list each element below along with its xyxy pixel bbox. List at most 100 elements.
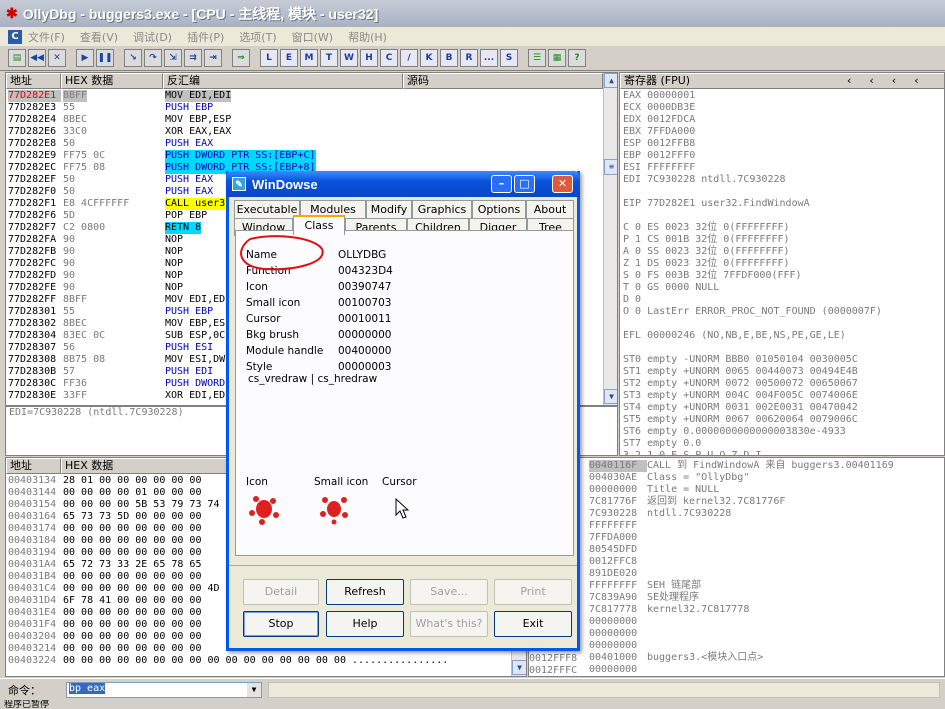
disasm-row-address[interactable]: 77D282FE <box>8 282 61 294</box>
tab-about[interactable]: About <box>526 200 574 218</box>
dump-row-hex[interactable]: 00 00 00 00 00 00 00 00 00 00 00 00 00 0… <box>63 655 448 667</box>
disasm-row-hex[interactable]: 50 <box>63 174 75 186</box>
registers-nav-arrows[interactable]: ‹‹‹‹ <box>847 74 937 88</box>
dump-row-hex[interactable]: 65 73 73 5D 00 00 00 00 <box>63 511 201 523</box>
disasm-row-hex[interactable]: 33C0 <box>63 126 87 138</box>
close-icon[interactable]: ✕ <box>48 49 66 67</box>
menu-file[interactable]: 文件(F) <box>28 29 65 45</box>
disasm-row-hex[interactable]: 8BFF <box>63 294 87 306</box>
stack-row-comment[interactable]: SEH 链尾部 <box>647 580 701 592</box>
disasm-row-address[interactable]: 77D28302 <box>8 318 61 330</box>
toolbar-source-button[interactable]: S <box>500 49 518 67</box>
disasm-row-hex[interactable]: 8BEC <box>63 318 87 330</box>
toolbar-breakpoints-button[interactable]: B <box>440 49 458 67</box>
disasm-row-hex[interactable]: C2 0800 <box>63 222 105 234</box>
stack-row-address[interactable]: 00000000 <box>589 628 647 640</box>
register-line[interactable]: EFL 00000246 (NO,NB,E,BE,NS,PE,GE,LE) <box>623 330 846 342</box>
disasm-row-hex[interactable]: FF36 <box>63 378 87 390</box>
toolbar-patches-button[interactable]: / <box>400 49 418 67</box>
disasm-row-hex[interactable]: 90 <box>63 246 75 258</box>
toolbar-log-button[interactable]: L <box>260 49 278 67</box>
disasm-row-instruction[interactable]: MOV EDI,EDI <box>165 90 232 102</box>
disasm-row-instruction[interactable]: PUSH EDI <box>165 366 213 378</box>
disasm-row-instruction[interactable]: NOP <box>165 258 183 270</box>
register-line[interactable]: ST2 empty +UNORM 0072 00500072 00650067 <box>623 378 858 390</box>
register-line[interactable]: EBP 0012FFF0 <box>623 150 695 162</box>
disasm-row-address[interactable]: 77D282E9 <box>8 150 61 162</box>
stack-row-address[interactable]: 0040116F <box>589 460 647 472</box>
disasm-row-instruction[interactable]: XOR EDI,ED <box>165 390 225 402</box>
disasm-row-instruction[interactable]: NOP <box>165 246 183 258</box>
toolbar-windows-button[interactable]: W <box>340 49 358 67</box>
toolbar-handles-button[interactable]: H <box>360 49 378 67</box>
toolbar-runtrace-button[interactable]: ... <box>480 49 498 67</box>
disasm-row-address[interactable]: 77D28307 <box>8 342 61 354</box>
stack-row-address[interactable]: FFFFFFFF <box>589 580 647 592</box>
dump-row-address[interactable]: 004031E4 <box>8 607 56 619</box>
stack-left-address[interactable]: 0012FFF8 <box>529 653 577 665</box>
refresh-button[interactable]: Refresh <box>326 579 404 605</box>
tab-class[interactable]: Class <box>293 215 345 235</box>
dump-row-address[interactable]: 00403184 <box>8 535 56 547</box>
stack-row-address[interactable]: 7C930228 <box>589 508 647 520</box>
disasm-row-address[interactable]: 77D282E6 <box>8 126 61 138</box>
dump-row-hex[interactable]: 28 01 00 00 00 00 00 00 <box>63 475 201 487</box>
disasm-row-instruction[interactable]: PUSH EAX <box>165 138 213 150</box>
stack-row-address[interactable]: 891DE020 <box>589 568 647 580</box>
stack-row-address[interactable]: 7C817778 <box>589 604 647 616</box>
dump-row-hex[interactable]: 00 00 00 00 01 00 00 00 <box>63 487 201 499</box>
stack-row-address[interactable]: 00401000 <box>589 652 647 664</box>
disasm-row-address[interactable]: 77D282F0 <box>8 186 61 198</box>
stack-row-comment[interactable]: 返回到 kernel32.7C81776F <box>647 496 785 508</box>
register-line[interactable]: EIP 77D282E1 user32.FindWindowA <box>623 198 810 210</box>
stack-row-address[interactable]: 7C839A90 <box>589 592 647 604</box>
disasm-row-address[interactable]: 77D2830E <box>8 390 61 402</box>
register-line[interactable]: ST6 empty 0.0000000000000003830e-4933 <box>623 426 846 438</box>
stack-row-comment[interactable]: ntdll.7C930228 <box>647 508 731 520</box>
disasm-row-address[interactable]: 77D282E8 <box>8 138 61 150</box>
step-over-icon[interactable]: ↷ <box>144 49 162 67</box>
dump-row-address[interactable]: 00403214 <box>8 643 56 655</box>
disasm-row-instruction[interactable]: PUSH EBP <box>165 306 213 318</box>
dump-row-hex[interactable]: 00 00 00 00 00 00 00 00 <box>63 619 201 631</box>
tab-graphics[interactable]: Graphics <box>412 200 472 218</box>
tab-modify[interactable]: Modify <box>366 200 412 218</box>
register-line[interactable]: ECX 0000DB3E <box>623 102 695 114</box>
dump-row-hex[interactable]: 65 72 73 33 2E 65 78 65 <box>63 559 201 571</box>
disasm-row-hex[interactable]: 55 <box>63 102 75 114</box>
detail-button[interactable]: Detail <box>243 579 319 605</box>
register-line[interactable]: EAX 00000001 <box>623 90 695 102</box>
toolbar-modules-button[interactable]: E <box>280 49 298 67</box>
disasm-row-address[interactable]: 77D282FF <box>8 294 61 306</box>
menu-window[interactable]: 窗口(W) <box>292 29 333 45</box>
disasm-row-hex[interactable]: 90 <box>63 282 75 294</box>
disasm-row-hex[interactable]: 83EC 0C <box>63 330 105 342</box>
disasm-row-instruction[interactable]: XOR EAX,EAX <box>165 126 231 138</box>
menu-plugins[interactable]: 插件(P) <box>187 29 224 45</box>
stack-row-comment[interactable]: kernel32.7C817778 <box>647 604 749 616</box>
disasm-row-address[interactable]: 77D282E4 <box>8 114 61 126</box>
help-icon[interactable]: ? <box>568 49 586 67</box>
tab-options[interactable]: Options <box>472 200 526 218</box>
stack-row-address[interactable]: 0012FFC8 <box>589 556 647 568</box>
trace-over-icon[interactable]: ⇉ <box>184 49 202 67</box>
register-line[interactable]: ST0 empty -UNORM BBB0 01050104 0030005C <box>623 354 858 366</box>
list-icon[interactable]: ☰ <box>528 49 546 67</box>
stack-row-comment[interactable]: Class = "OllyDbg" <box>647 472 749 484</box>
dump-row-address[interactable]: 004031F4 <box>8 619 56 631</box>
register-line[interactable]: EDI 7C930228 ntdll.7C930228 <box>623 174 786 186</box>
dump-row-hex[interactable]: 00 00 00 00 5B 53 79 73 74 <box>63 499 220 511</box>
disasm-row-instruction[interactable]: MOV EBP,ESP <box>165 114 231 126</box>
registers-panel[interactable]: 寄存器 (FPU) ‹‹‹‹ EAX 00000001 ECX 0000DB3E E… <box>619 72 945 456</box>
stack-row-address[interactable]: 004030AE <box>589 472 647 484</box>
dump-row-hex[interactable]: 00 00 00 00 00 00 00 00 <box>63 523 201 535</box>
disasm-row-instruction[interactable]: RETN 8 <box>165 222 202 234</box>
stack-row-comment[interactable]: Title = NULL <box>647 484 719 496</box>
disasm-row-address[interactable]: 77D2830B <box>8 366 61 378</box>
disasm-row-address[interactable]: 77D282FB <box>8 246 61 258</box>
trace-into-icon[interactable]: ⇲ <box>164 49 182 67</box>
disasm-row-instruction[interactable]: MOV EBP,ES <box>165 318 225 330</box>
system-menu-icon[interactable]: C <box>8 29 22 44</box>
register-line[interactable]: ST1 empty +UNORM 0065 00440073 00494E4B <box>623 366 858 378</box>
dump-row-address[interactable]: 00403194 <box>8 547 56 559</box>
